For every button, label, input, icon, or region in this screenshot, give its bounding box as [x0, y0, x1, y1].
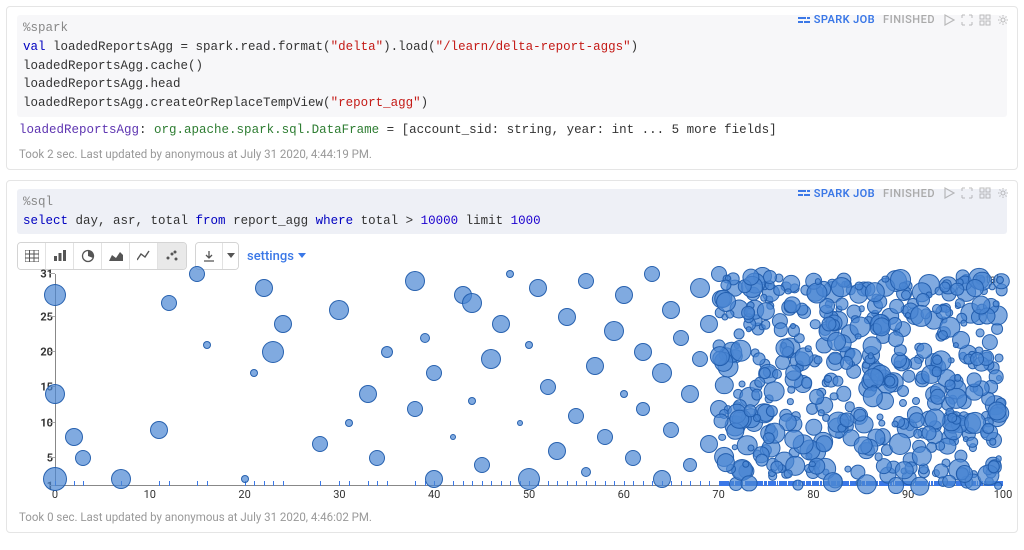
plot-area: [55, 274, 1003, 486]
cell-meta: Took 2 sec. Last updated by anonymous at…: [17, 141, 1007, 163]
code-editor[interactable]: %spark val loadedReportsAgg = spark.read…: [17, 15, 1007, 117]
cell-output: loadedReportsAgg: org.apache.spark.sql.D…: [17, 117, 1007, 141]
cell-status: FINISHED: [883, 187, 935, 200]
expand-icon[interactable]: [961, 187, 973, 199]
cell-toolbar: SPARK JOB FINISHED: [798, 187, 1009, 200]
download-button[interactable]: [196, 243, 222, 269]
chart-type-group: [17, 242, 187, 270]
area-chart-button[interactable]: [102, 243, 130, 269]
bar-chart-button[interactable]: [46, 243, 74, 269]
cell-meta: Took 0 sec. Last updated by anonymous at…: [17, 504, 1007, 526]
cell-status: FINISHED: [883, 13, 935, 26]
run-icon[interactable]: [943, 187, 955, 199]
spark-job-link[interactable]: SPARK JOB: [798, 13, 875, 26]
y-axis: 151015202531: [25, 274, 53, 486]
download-caret[interactable]: [222, 243, 238, 269]
notebook-cell-sql: SPARK JOB FINISHED %sql select day, asr,…: [6, 180, 1018, 534]
viz-toolbar: settings: [17, 242, 1007, 270]
gear-icon[interactable]: [997, 187, 1009, 199]
settings-link[interactable]: settings: [247, 249, 306, 264]
scatter-chart-button[interactable]: [158, 243, 186, 269]
collapse-icon[interactable]: [979, 187, 991, 199]
scatter-chart[interactable]: total 151015202531 010203040506070809010…: [55, 274, 1003, 504]
cell-toolbar: SPARK JOB FINISHED: [798, 13, 1009, 26]
pie-chart-button[interactable]: [74, 243, 102, 269]
notebook-cell-spark: SPARK JOB FINISHED %spark val loadedRepo…: [6, 6, 1018, 170]
table-view-button[interactable]: [18, 243, 46, 269]
line-chart-button[interactable]: [130, 243, 158, 269]
download-group: [195, 242, 239, 270]
chevron-down-icon: [298, 253, 306, 259]
spark-job-link[interactable]: SPARK JOB: [798, 187, 875, 200]
run-icon[interactable]: [943, 14, 955, 26]
expand-icon[interactable]: [961, 14, 973, 26]
collapse-icon[interactable]: [979, 14, 991, 26]
gear-icon[interactable]: [997, 14, 1009, 26]
